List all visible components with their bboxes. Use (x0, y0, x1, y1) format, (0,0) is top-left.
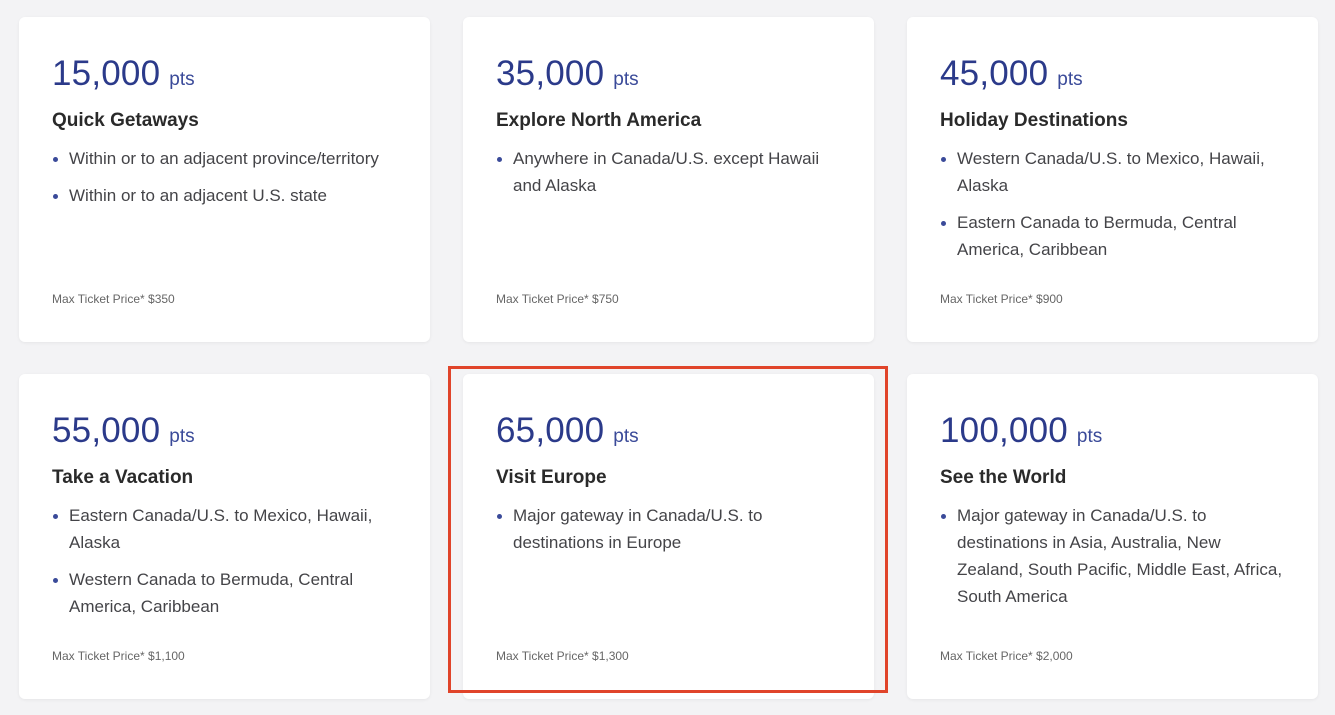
points-value: 55,000 (52, 411, 161, 450)
points-unit: pts (169, 426, 195, 447)
points-unit: pts (613, 426, 639, 447)
max-ticket-price: Max Ticket Price* $1,100 (52, 649, 185, 663)
reward-card-explore-north-america[interactable]: 35,000 pts Explore North America Anywher… (463, 17, 874, 342)
max-ticket-price: Max Ticket Price* $2,000 (940, 649, 1073, 663)
destination-list: Western Canada/U.S. to Mexico, Hawaii, A… (940, 145, 1285, 263)
card-title: Take a Vacation (52, 467, 194, 488)
destination-list: Major gateway in Canada/U.S. to destinat… (940, 502, 1285, 610)
points-row: 35,000 pts (496, 55, 841, 93)
destination-list: Major gateway in Canada/U.S. to destinat… (496, 502, 841, 556)
destination-list: Anywhere in Canada/U.S. except Hawaii an… (496, 145, 841, 199)
max-ticket-price: Max Ticket Price* $750 (496, 292, 619, 306)
points-value: 15,000 (52, 54, 161, 93)
destination-item: Within or to an adjacent U.S. state (52, 182, 397, 209)
max-ticket-price: Max Ticket Price* $900 (940, 292, 1063, 306)
card-title: Explore North America (496, 110, 702, 131)
card-title: Holiday Destinations (940, 110, 1128, 131)
points-value: 35,000 (496, 54, 605, 93)
points-value: 65,000 (496, 411, 605, 450)
destination-item: Anywhere in Canada/U.S. except Hawaii an… (496, 145, 841, 199)
points-row: 100,000 pts (940, 412, 1285, 450)
card-title: Quick Getaways (52, 110, 199, 131)
destination-item: Eastern Canada/U.S. to Mexico, Hawaii, A… (52, 502, 397, 556)
destination-item: Western Canada/U.S. to Mexico, Hawaii, A… (940, 145, 1285, 199)
reward-card-quick-getaways[interactable]: 15,000 pts Quick Getaways Within or to a… (19, 17, 430, 342)
points-unit: pts (1076, 426, 1103, 447)
reward-card-visit-europe[interactable]: 65,000 pts Visit Europe Major gateway in… (463, 374, 874, 699)
max-ticket-price: Max Ticket Price* $1,300 (496, 649, 629, 663)
points-row: 65,000 pts (496, 412, 841, 450)
destination-item: Eastern Canada to Bermuda, Central Ameri… (940, 209, 1285, 263)
points-row: 45,000 pts (940, 55, 1285, 93)
points-unit: pts (613, 69, 639, 90)
points-unit: pts (1057, 69, 1083, 90)
reward-card-holiday-destinations[interactable]: 45,000 pts Holiday Destinations Western … (907, 17, 1318, 342)
destination-item: Western Canada to Bermuda, Central Ameri… (52, 566, 397, 620)
destination-list: Within or to an adjacent province/territ… (52, 145, 397, 209)
destination-item: Major gateway in Canada/U.S. to destinat… (940, 502, 1285, 610)
reward-tiers-grid: 15,000 pts Quick Getaways Within or to a… (0, 0, 1335, 715)
card-title: Visit Europe (496, 467, 607, 488)
points-unit: pts (169, 69, 195, 90)
max-ticket-price: Max Ticket Price* $350 (52, 292, 175, 306)
destination-list: Eastern Canada/U.S. to Mexico, Hawaii, A… (52, 502, 397, 620)
points-value: 45,000 (940, 54, 1049, 93)
reward-card-take-a-vacation[interactable]: 55,000 pts Take a Vacation Eastern Canad… (19, 374, 430, 699)
card-title: See the World (940, 467, 1067, 488)
reward-card-see-the-world[interactable]: 100,000 pts See the World Major gateway … (907, 374, 1318, 699)
points-row: 15,000 pts (52, 55, 397, 93)
destination-item: Major gateway in Canada/U.S. to destinat… (496, 502, 841, 556)
points-row: 55,000 pts (52, 412, 397, 450)
destination-item: Within or to an adjacent province/territ… (52, 145, 397, 172)
points-value: 100,000 (940, 411, 1068, 450)
